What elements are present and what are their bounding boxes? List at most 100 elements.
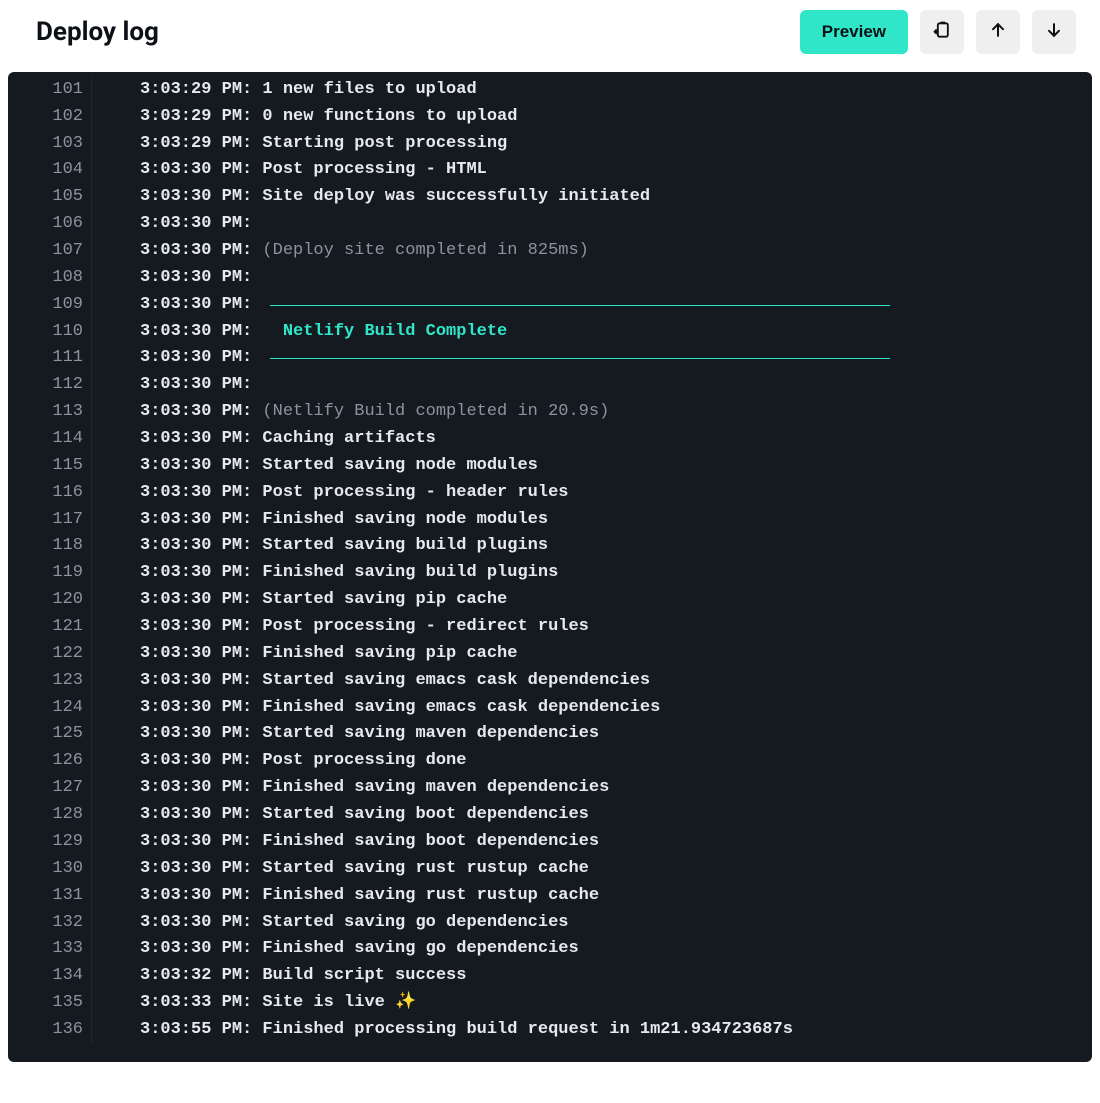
header-bar: Deploy log Preview	[0, 0, 1100, 64]
log-message: Finished saving boot dependencies	[262, 829, 599, 856]
log-timestamp: 3:03:30 PM:	[92, 775, 262, 802]
log-message: Finished processing build request in 1m2…	[262, 1017, 793, 1044]
log-message: Finished saving build plugins	[262, 560, 558, 587]
log-message: Started saving go dependencies	[262, 910, 568, 937]
line-number: 100	[8, 72, 92, 77]
log-timestamp: 3:03:30 PM:	[92, 292, 262, 319]
clipboard-icon	[932, 20, 952, 45]
log-timestamp: 3:03:30 PM:	[92, 507, 262, 534]
log-timestamp: 3:03:30 PM:	[92, 668, 262, 695]
log-line: 1043:03:30 PM: Post processing - HTML	[8, 157, 1092, 184]
line-number: 119	[8, 560, 92, 587]
log-timestamp: 3:03:30 PM:	[92, 748, 262, 775]
log-line: 1123:03:30 PM:	[8, 372, 1092, 399]
log-message: Started saving boot dependencies	[262, 802, 588, 829]
line-number: 124	[8, 695, 92, 722]
log-line: 1363:03:55 PM: Finished processing build…	[8, 1017, 1092, 1044]
log-timestamp: 3:03:29 PM:	[92, 72, 262, 77]
line-number: 129	[8, 829, 92, 856]
log-timestamp: 3:03:30 PM:	[92, 157, 262, 184]
line-number: 118	[8, 533, 92, 560]
log-message: Post processing done	[262, 748, 466, 775]
line-number: 116	[8, 480, 92, 507]
log-line: 1343:03:32 PM: Build script success	[8, 963, 1092, 990]
line-number: 134	[8, 963, 92, 990]
horizontal-rule	[270, 305, 890, 306]
log-timestamp: 3:03:30 PM:	[92, 480, 262, 507]
line-number: 122	[8, 641, 92, 668]
log-line: 1263:03:30 PM: Post processing done	[8, 748, 1092, 775]
log-message: Started saving node modules	[262, 453, 537, 480]
log-timestamp: 3:03:30 PM:	[92, 587, 262, 614]
log-timestamp: 3:03:32 PM:	[92, 963, 262, 990]
line-number: 112	[8, 372, 92, 399]
scroll-top-button[interactable]	[976, 10, 1020, 54]
line-number: 111	[8, 345, 92, 372]
log-line: 1233:03:30 PM: Started saving emacs cask…	[8, 668, 1092, 695]
arrow-down-icon	[1044, 20, 1064, 45]
log-timestamp: 3:03:30 PM:	[92, 265, 262, 292]
log-line: 1243:03:30 PM: Finished saving emacs cas…	[8, 695, 1092, 722]
log-timestamp: 3:03:30 PM:	[92, 453, 262, 480]
log-message: Started saving emacs cask dependencies	[262, 668, 650, 695]
scroll-bottom-button[interactable]	[1032, 10, 1076, 54]
log-line: 1083:03:30 PM:	[8, 265, 1092, 292]
log-line: 1153:03:30 PM: Started saving node modul…	[8, 453, 1092, 480]
log-timestamp: 3:03:55 PM:	[92, 1017, 262, 1044]
line-number: 117	[8, 507, 92, 534]
log-timestamp: 3:03:33 PM:	[92, 990, 262, 1017]
log-line: 1303:03:30 PM: Started saving rust rustu…	[8, 856, 1092, 883]
line-number: 106	[8, 211, 92, 238]
log-line: 1273:03:30 PM: Finished saving maven dep…	[8, 775, 1092, 802]
log-line: 1213:03:30 PM: Post processing - redirec…	[8, 614, 1092, 641]
log-message: 0 new functions to upload	[262, 104, 517, 131]
line-number: 128	[8, 802, 92, 829]
line-number: 114	[8, 426, 92, 453]
log-line: 1013:03:29 PM: 1 new files to upload	[8, 77, 1092, 104]
preview-button[interactable]: Preview	[800, 10, 908, 54]
line-number: 108	[8, 265, 92, 292]
log-line: 1143:03:30 PM: Caching artifacts	[8, 426, 1092, 453]
log-message: Post processing - header rules	[262, 480, 568, 507]
log-line: 1053:03:30 PM: Site deploy was successfu…	[8, 184, 1092, 211]
log-message: Build script success	[262, 963, 466, 990]
log-line: 1183:03:30 PM: Started saving build plug…	[8, 533, 1092, 560]
log-timestamp: 3:03:30 PM:	[92, 399, 262, 426]
log-line: 1113:03:30 PM:	[8, 345, 1092, 372]
log-timestamp: 3:03:30 PM:	[92, 345, 262, 372]
log-timestamp: 3:03:30 PM:	[92, 238, 262, 265]
log-message: Post processing - HTML	[262, 157, 486, 184]
log-message: Finished saving maven dependencies	[262, 775, 609, 802]
log-timestamp: 3:03:30 PM:	[92, 372, 262, 399]
log-message: Site deploy was successfully initiated	[262, 184, 650, 211]
log-panel[interactable]: 1003:03:29 PM: 1013:03:29 PM: 1 new file…	[8, 72, 1092, 1062]
log-line: 1033:03:29 PM: Starting post processing	[8, 131, 1092, 158]
log-line: 1193:03:30 PM: Finished saving build plu…	[8, 560, 1092, 587]
log-line: 1003:03:29 PM:	[8, 72, 1092, 77]
log-message: Started saving build plugins	[262, 533, 548, 560]
copy-log-button[interactable]	[920, 10, 964, 54]
log-line: 1103:03:30 PM: Netlify Build Complete	[8, 319, 1092, 346]
log-message: Caching artifacts	[262, 426, 435, 453]
page-title: Deploy log	[36, 17, 159, 47]
log-message: 1 new files to upload	[262, 77, 476, 104]
log-line: 1073:03:30 PM: (Deploy site completed in…	[8, 238, 1092, 265]
log-timestamp: 3:03:30 PM:	[92, 614, 262, 641]
log-timestamp: 3:03:29 PM:	[92, 104, 262, 131]
line-number: 125	[8, 721, 92, 748]
log-line: 1323:03:30 PM: Started saving go depende…	[8, 910, 1092, 937]
log-line: 1283:03:30 PM: Started saving boot depen…	[8, 802, 1092, 829]
log-timestamp: 3:03:30 PM:	[92, 426, 262, 453]
line-number: 123	[8, 668, 92, 695]
line-number: 113	[8, 399, 92, 426]
line-number: 104	[8, 157, 92, 184]
line-number: 102	[8, 104, 92, 131]
log-timestamp: 3:03:30 PM:	[92, 533, 262, 560]
line-number: 103	[8, 131, 92, 158]
log-message: Started saving pip cache	[262, 587, 507, 614]
arrow-up-icon	[988, 20, 1008, 45]
line-number: 109	[8, 292, 92, 319]
log-timestamp: 3:03:30 PM:	[92, 910, 262, 937]
log-line: 1133:03:30 PM: (Netlify Build completed …	[8, 399, 1092, 426]
line-number: 130	[8, 856, 92, 883]
